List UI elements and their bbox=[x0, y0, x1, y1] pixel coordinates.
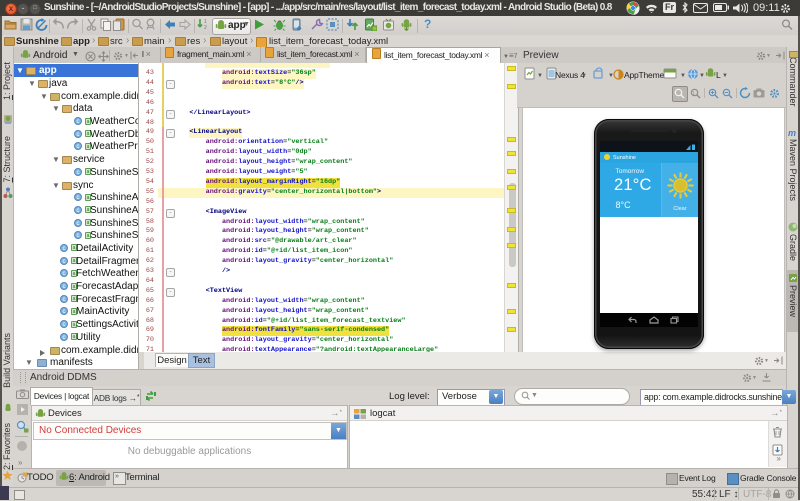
svg-text:2: 2 bbox=[204, 25, 207, 31]
svg-text:1: 1 bbox=[692, 91, 695, 97]
